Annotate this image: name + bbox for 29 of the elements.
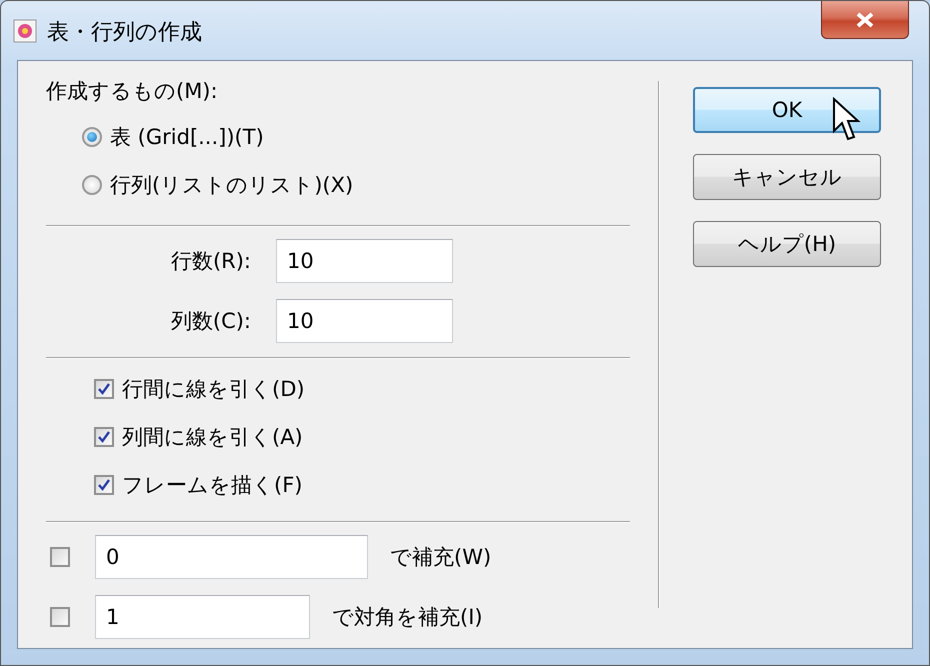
checkbox[interactable] [94,475,114,495]
dialog-button[interactable]: ヘルプ(H) [693,221,881,267]
input-field[interactable]: 1 [95,595,310,639]
radio-label: 表 (Grid[...])(T) [110,124,264,151]
group-label: 作成するもの(M): [46,78,219,105]
checkbox-label: フレームを描く(F) [122,472,302,499]
app-icon [13,19,37,43]
dialog-button[interactable]: キャンセル [693,154,881,200]
field-label: で対角を補充(I) [332,604,483,631]
checkbox[interactable] [50,547,70,567]
radio-button[interactable] [82,127,102,147]
radio-label: 行列(リストのリスト)(X) [110,172,354,199]
input-field[interactable]: 0 [95,535,368,579]
close-button[interactable] [821,1,909,39]
dialog-button[interactable]: OK [693,87,881,133]
input-field[interactable]: 10 [276,239,453,283]
checkbox[interactable] [94,379,114,399]
input-field[interactable]: 10 [276,299,453,343]
checkbox-label: 行間に線を引く(D) [122,376,305,403]
field-label: で補充(W) [390,544,492,571]
field-label: 行数(R): [170,248,252,275]
checkbox-label: 列間に線を引く(A) [122,424,303,451]
checkbox[interactable] [94,427,114,447]
radio-button[interactable] [82,175,102,195]
field-label: 列数(C): [170,308,252,335]
checkbox[interactable] [50,607,70,627]
window-title: 表・行列の作成 [47,19,202,47]
cursor-icon [832,97,862,143]
close-icon [855,12,875,28]
